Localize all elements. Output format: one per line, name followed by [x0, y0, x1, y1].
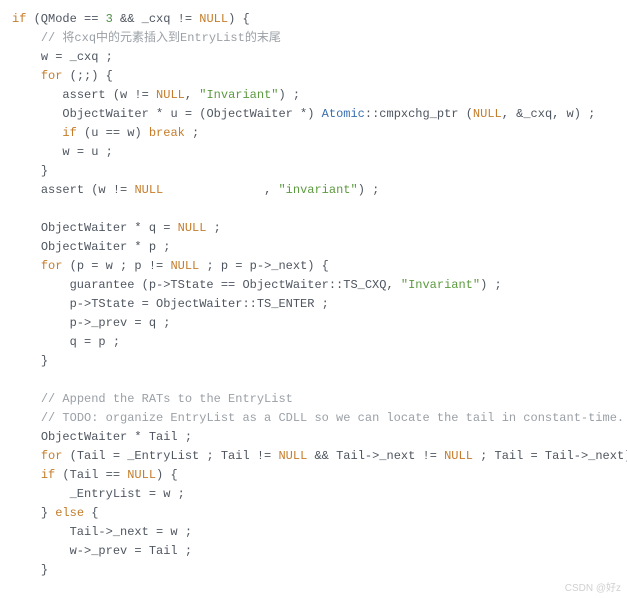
blank-line [12, 582, 19, 596]
keyword-else: else [55, 506, 84, 520]
code-text: guarantee (p->TState == ObjectWaiter::TS… [70, 278, 401, 292]
null-literal: NULL [278, 449, 307, 463]
null-literal: NULL [134, 183, 163, 197]
blank-line [12, 202, 19, 216]
code-line: Tail->_next = w ; [12, 525, 192, 539]
code-text: ) { [156, 468, 178, 482]
code-line: } [12, 563, 48, 577]
null-literal: NULL [178, 221, 207, 235]
keyword-if: if [62, 126, 76, 140]
code-line: // 将cxq中的元素插入到EntryList的末尾 [12, 31, 281, 45]
string-literal: "Invariant" [199, 88, 278, 102]
code-line: ObjectWaiter * q = NULL ; [12, 221, 221, 235]
code-text: ; p = p->_next) { [199, 259, 329, 273]
code-line: p->_prev = q ; [12, 316, 170, 330]
comment: // 将cxq中的元素插入到EntryList的末尾 [41, 31, 281, 45]
code-line: for (Tail = _EntryList ; Tail != NULL &&… [12, 449, 627, 463]
code-line: if (u == w) break ; [12, 126, 199, 140]
code-line: // TODO: organize EntryList as a CDLL so… [12, 411, 624, 425]
keyword-for: for [41, 259, 63, 273]
code-line: assert (w != NULL , "invariant") ; [12, 183, 379, 197]
code-text: (Tail == [55, 468, 127, 482]
code-text: ; Tail = Tail->_next) ; [473, 449, 627, 463]
null-literal: NULL [199, 12, 228, 26]
null-literal: NULL [170, 259, 199, 273]
code-line: for (;;) { [12, 69, 113, 83]
string-literal: "Invariant" [401, 278, 480, 292]
code-text: (;;) { [62, 69, 112, 83]
code-text: } [41, 563, 48, 577]
code-text: w = _cxq ; [41, 50, 113, 64]
code-line: ObjectWaiter * p ; [12, 240, 170, 254]
code-text: assert (w != [41, 183, 135, 197]
code-text: ObjectWaiter * Tail ; [41, 430, 192, 444]
code-line: guarantee (p->TState == ObjectWaiter::TS… [12, 278, 502, 292]
keyword-if: if [12, 12, 26, 26]
code-text: w->_prev = Tail ; [70, 544, 192, 558]
code-line: } else { [12, 506, 98, 520]
code-line: for (p = w ; p != NULL ; p = p->_next) { [12, 259, 329, 273]
code-line: assert (w != NULL, "Invariant") ; [12, 88, 300, 102]
code-text: Tail->_next = w ; [70, 525, 192, 539]
code-text: (p = w ; p != [62, 259, 170, 273]
code-text: } [41, 506, 55, 520]
code-line: ObjectWaiter * u = (ObjectWaiter *) Atom… [12, 107, 595, 121]
code-line: ObjectWaiter * Tail ; [12, 430, 192, 444]
null-literal: NULL [127, 468, 156, 482]
blank-line [12, 373, 19, 387]
code-text: ObjectWaiter * p ; [41, 240, 171, 254]
code-text: (Tail = _EntryList ; Tail != [62, 449, 278, 463]
code-line: if (QMode == 3 && _cxq != NULL) { [12, 12, 250, 26]
code-line: } [12, 354, 48, 368]
code-text: && _cxq != [113, 12, 199, 26]
null-literal: NULL [156, 88, 185, 102]
code-text: ; [206, 221, 220, 235]
code-text: ::cmpxchg_ptr ( [365, 107, 473, 121]
code-text: ) { [228, 12, 250, 26]
code-text: p->_prev = q ; [70, 316, 171, 330]
type-name: Atomic [322, 107, 365, 121]
code-text: , &_cxq, w) ; [502, 107, 596, 121]
code-line: } [12, 164, 48, 178]
code-text: , [163, 183, 278, 197]
keyword-break: break [149, 126, 185, 140]
code-text: } [41, 164, 48, 178]
code-text: && Tail->_next != [307, 449, 444, 463]
number-literal: 3 [106, 12, 113, 26]
code-text: ObjectWaiter * u = (ObjectWaiter *) [62, 107, 321, 121]
code-line: // Append the RATs to the EntryList [12, 392, 293, 406]
keyword-for: for [41, 69, 63, 83]
code-line: _EntryList = w ; [12, 487, 185, 501]
code-line: if (Tail == NULL) { [12, 468, 178, 482]
null-literal: NULL [444, 449, 473, 463]
code-line: w = _cxq ; [12, 50, 113, 64]
code-text: { [84, 506, 98, 520]
code-text: ) ; [358, 183, 380, 197]
code-text: } [41, 354, 48, 368]
code-text: q = p ; [70, 335, 120, 349]
code-text: _EntryList = w ; [70, 487, 185, 501]
code-text: , [185, 88, 199, 102]
code-block: if (QMode == 3 && _cxq != NULL) { // 将cx… [0, 0, 627, 598]
code-text: ; [185, 126, 199, 140]
watermark: CSDN @好z [565, 579, 621, 594]
code-text: ) ; [480, 278, 502, 292]
code-text: (QMode == [26, 12, 105, 26]
code-text: assert (w != [62, 88, 156, 102]
code-line: w = u ; [12, 145, 113, 159]
code-line: w->_prev = Tail ; [12, 544, 192, 558]
code-text: p->TState = ObjectWaiter::TS_ENTER ; [70, 297, 329, 311]
keyword-if: if [41, 468, 55, 482]
code-text: ) ; [278, 88, 300, 102]
code-text: ObjectWaiter * q = [41, 221, 178, 235]
code-line: p->TState = ObjectWaiter::TS_ENTER ; [12, 297, 329, 311]
string-literal: "invariant" [278, 183, 357, 197]
code-text: (u == w) [77, 126, 149, 140]
keyword-for: for [41, 449, 63, 463]
null-literal: NULL [473, 107, 502, 121]
comment: // Append the RATs to the EntryList [41, 392, 293, 406]
code-line: q = p ; [12, 335, 120, 349]
comment: // TODO: organize EntryList as a CDLL so… [41, 411, 624, 425]
code-text: w = u ; [62, 145, 112, 159]
